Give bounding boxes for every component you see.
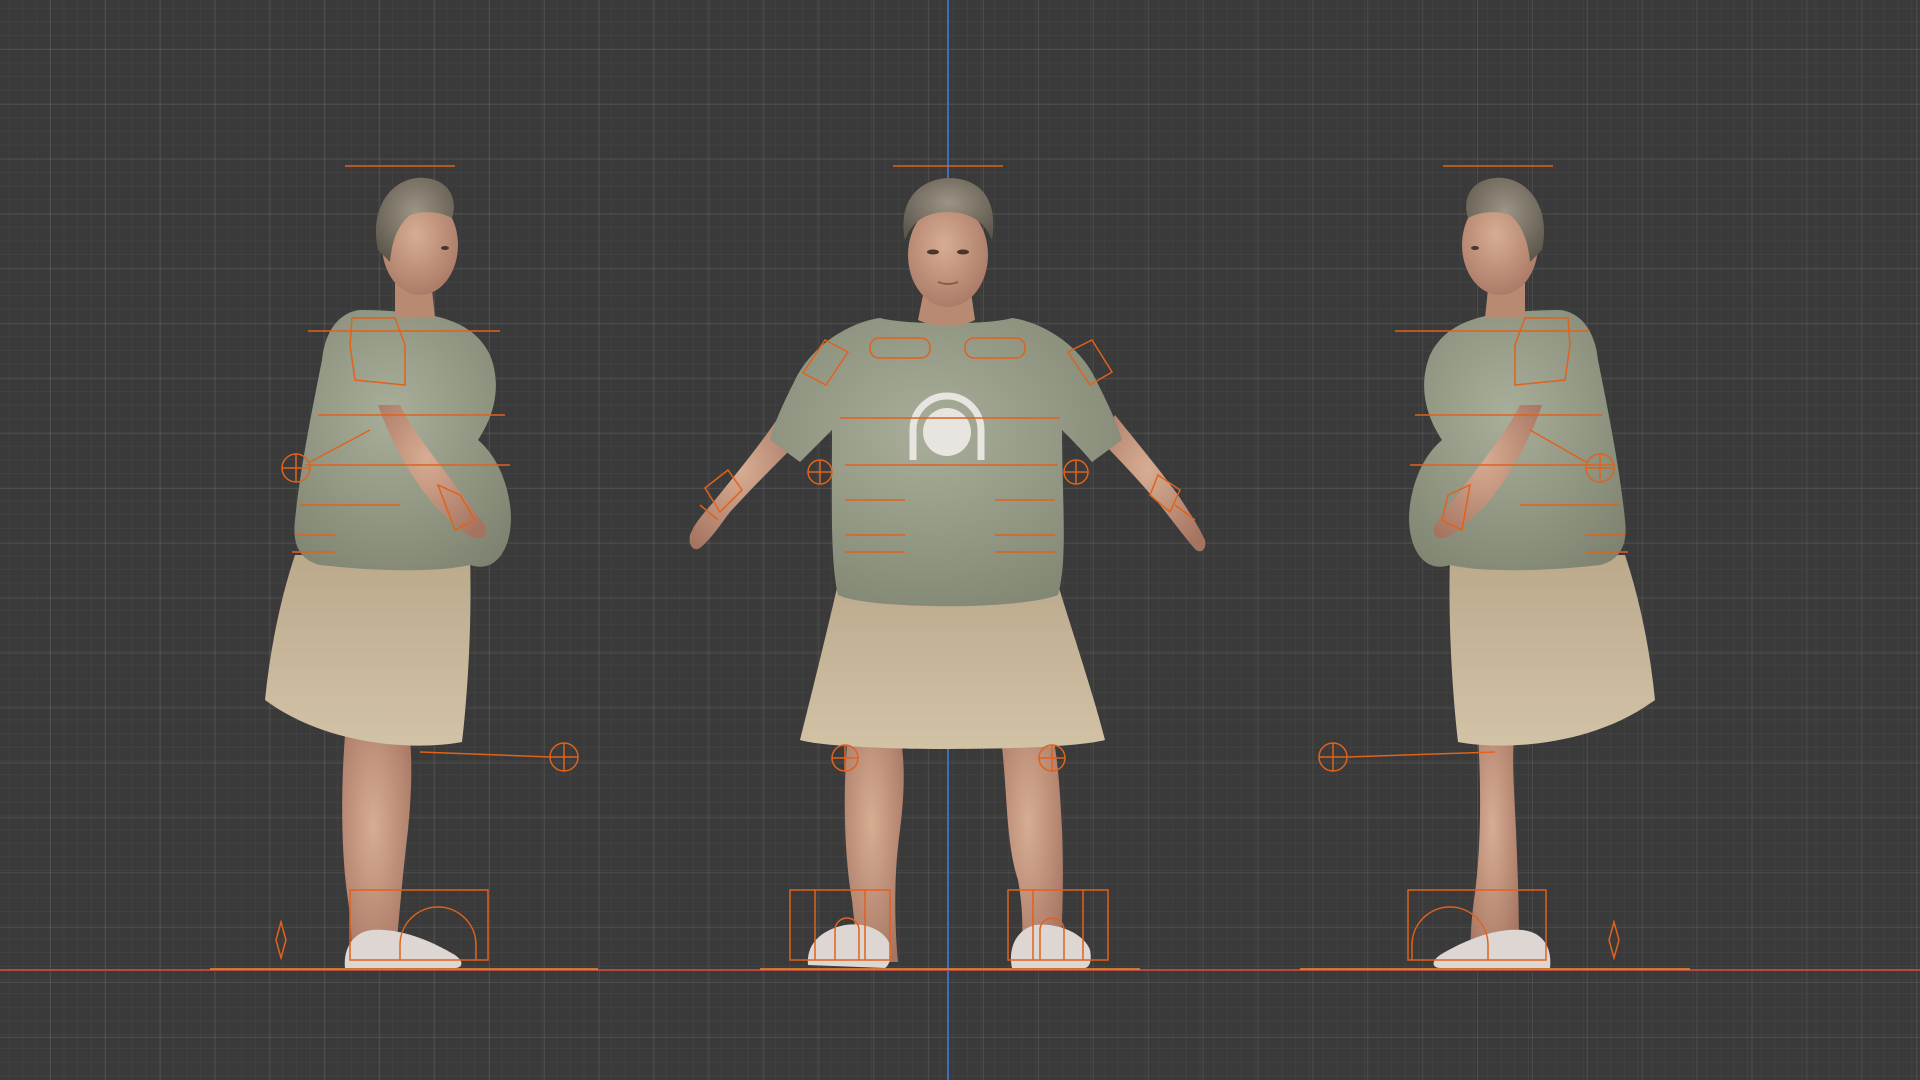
side-left-eye bbox=[441, 246, 449, 250]
rig-right-floor-diamond-icon[interactable] bbox=[1608, 919, 1620, 961]
side-right-skirt bbox=[1449, 555, 1655, 746]
side-left-shoe bbox=[344, 929, 462, 968]
front-left-eye bbox=[927, 249, 939, 255]
rig-right-knee-circle-cross-icon[interactable] bbox=[1318, 742, 1496, 772]
side-right-legs bbox=[1470, 735, 1519, 962]
front-right-shoe bbox=[1010, 924, 1091, 968]
character-side-left-view[interactable] bbox=[265, 177, 511, 968]
rig-left-knee-circle-cross-icon[interactable] bbox=[419, 742, 579, 772]
rig-left-floor-diamond-icon[interactable] bbox=[275, 919, 287, 961]
rig-front-elbow-right-circle-cross-icon[interactable] bbox=[1063, 459, 1089, 485]
side-right-eye bbox=[1471, 246, 1479, 250]
side-right-shoe bbox=[1433, 929, 1551, 968]
rig-front-knee-left-circle-cross-icon[interactable] bbox=[831, 744, 859, 772]
side-left-legs bbox=[342, 735, 412, 962]
root-bone-disc[interactable] bbox=[923, 408, 971, 456]
character-side-right-view[interactable] bbox=[1409, 177, 1655, 968]
rig-front-knee-right-circle-cross-icon[interactable] bbox=[1038, 744, 1066, 772]
character-turnaround-scene bbox=[210, 165, 1690, 970]
character-front-view[interactable] bbox=[689, 178, 1206, 968]
3d-viewport[interactable] bbox=[0, 0, 1920, 1080]
front-right-eye bbox=[957, 249, 969, 255]
rig-front-elbow-left-circle-cross-icon[interactable] bbox=[807, 459, 833, 485]
side-left-skirt bbox=[265, 555, 471, 746]
